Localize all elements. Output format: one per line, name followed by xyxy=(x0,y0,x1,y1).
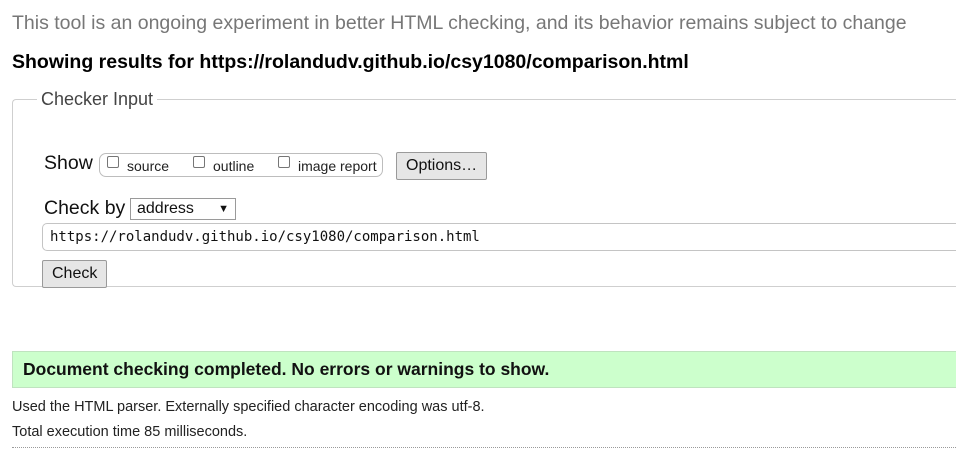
show-outline-option[interactable]: outline xyxy=(193,154,254,174)
source-checkbox[interactable] xyxy=(107,156,119,168)
check-by-selected-value: address xyxy=(137,200,194,217)
dropdown-arrow-icon: ▼ xyxy=(218,203,229,215)
check-by-select[interactable]: address ▼ xyxy=(130,198,236,220)
image-report-label: image report xyxy=(298,158,377,174)
intro-notice: This tool is an ongoing experiment in be… xyxy=(12,12,907,34)
show-label: Show xyxy=(44,152,93,174)
source-label: source xyxy=(127,158,170,174)
outline-label: outline xyxy=(213,158,255,174)
show-options-group: source outline image report xyxy=(99,153,383,177)
checker-input-fieldset: Checker Input Show source outline image … xyxy=(12,89,956,288)
results-heading: Showing results for https://rolandudv.gi… xyxy=(12,51,689,73)
url-input[interactable]: https://rolandudv.github.io/csy1080/comp… xyxy=(42,223,956,251)
parser-info: Used the HTML parser. Externally specifi… xyxy=(12,399,485,415)
success-message: Document checking completed. No errors o… xyxy=(12,351,956,388)
footer-divider xyxy=(12,447,956,448)
show-source-option[interactable]: source xyxy=(107,154,169,174)
options-button[interactable]: Options… xyxy=(396,152,488,180)
execution-time: Total execution time 85 milliseconds. xyxy=(12,424,248,440)
check-by-label: Check by xyxy=(44,197,126,219)
outline-checkbox[interactable] xyxy=(193,156,205,168)
checker-input-legend: Checker Input xyxy=(41,89,154,109)
check-button[interactable]: Check xyxy=(42,260,108,288)
show-image-report-option[interactable]: image report xyxy=(278,154,377,174)
image-report-checkbox[interactable] xyxy=(278,156,290,168)
